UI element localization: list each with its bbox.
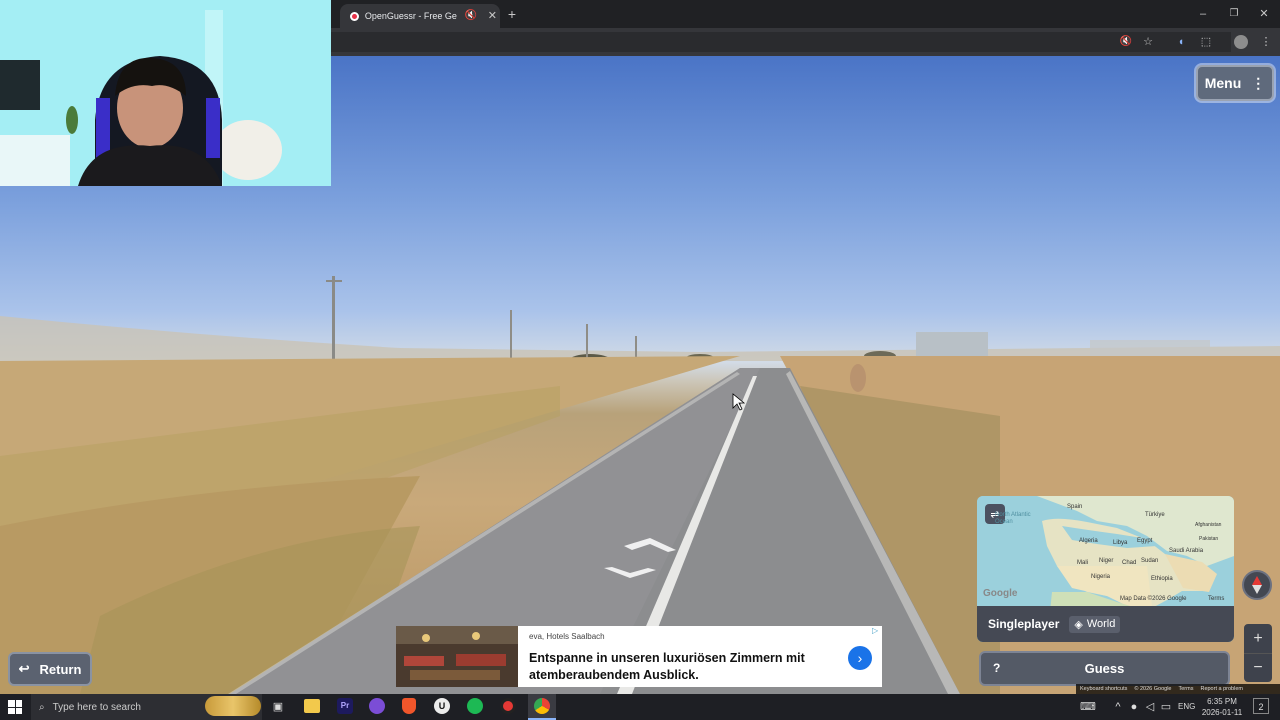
map-label-sudan: Sudan (1141, 558, 1159, 564)
taskbar-search-placeholder: Type here to search (52, 701, 141, 713)
map-label-afghanistan: Afghanistan (1195, 522, 1222, 528)
task-view-icon[interactable]: ▣ (270, 699, 286, 715)
google-footer: Keyboard shortcuts © 2026 Google Terms R… (1076, 684, 1280, 694)
close-window-icon[interactable]: ✕ (1256, 6, 1272, 22)
map-label-algeria: Algeria (1079, 538, 1098, 544)
unreal-engine-icon[interactable]: U (434, 698, 450, 714)
brave-browser-icon[interactable] (402, 698, 416, 714)
address-bar[interactable] (331, 32, 1231, 52)
map-attribution: Map Data ©2026 Google (1120, 596, 1187, 602)
search-highlight-illustration (205, 696, 261, 716)
menu-label: Menu (1204, 75, 1242, 91)
chrome-icon (534, 698, 550, 714)
layers-icon: ◈ (1074, 618, 1083, 631)
region-badge[interactable]: ◈ World (1069, 615, 1121, 633)
ad-banner[interactable]: eva, Hotels Saalbach Entspanne in unsere… (396, 626, 882, 687)
map-label-chad: Chad (1122, 560, 1137, 566)
keyboard-shortcuts-link[interactable]: Keyboard shortcuts (1080, 686, 1127, 692)
windows-taskbar: ⌕ Type here to search ▣ Pr U ⌨ ^ ● ◁ ▭ E… (0, 694, 1280, 720)
compass[interactable] (1242, 570, 1272, 600)
footer-copyright: © 2026 Google (1134, 686, 1172, 692)
new-tab-button[interactable]: + (504, 6, 520, 22)
notification-center-icon[interactable]: 2 (1253, 698, 1269, 714)
help-icon[interactable]: ? (993, 661, 1000, 675)
return-button[interactable]: ↩ Return (8, 652, 92, 686)
obs-icon[interactable] (500, 698, 516, 714)
clock-date: 2026-01-11 (1201, 708, 1243, 717)
minimize-window-icon[interactable]: – (1195, 6, 1211, 22)
webcam-overlay (0, 0, 331, 186)
profile-avatar[interactable] (1234, 35, 1248, 49)
ad-cta-arrow-icon[interactable]: › (848, 646, 872, 670)
google-logo: Google (983, 588, 1018, 599)
tab-close-icon[interactable]: ✕ (485, 8, 500, 24)
guess-label: Guess (1084, 661, 1125, 676)
spotify-icon[interactable] (467, 698, 483, 714)
network-icon[interactable]: ▭ (1158, 699, 1174, 715)
map-label-egypt: Egypt (1137, 538, 1153, 544)
map-label-saudi-arabia: Saudi Arabia (1169, 548, 1204, 554)
map-label-ocean: North Atlantic Ocean (995, 512, 1031, 525)
app-purple-icon[interactable] (369, 698, 385, 714)
microphone-icon[interactable]: ● (1126, 699, 1142, 715)
zoom-controls: + − (1244, 624, 1272, 682)
premiere-pro-icon[interactable]: Pr (337, 698, 353, 714)
ad-headline-line2: atemberaubendem Ausblick. (529, 668, 699, 682)
clock-time: 6:35 PM (1207, 697, 1237, 706)
menu-button[interactable]: Menu ⋮ (1196, 65, 1274, 101)
site-muted-icon[interactable]: 🔇 (1118, 34, 1134, 50)
chrome-taskbar-button[interactable] (528, 694, 556, 720)
extensions-icon[interactable]: ⬚ (1198, 34, 1214, 50)
map-label-libya: Libya (1113, 540, 1128, 546)
return-arrow-icon: ↩ (18, 661, 30, 676)
map-terms-link[interactable]: Terms (1208, 596, 1224, 602)
windows-start-icon[interactable] (8, 700, 22, 714)
zoom-in-button[interactable]: + (1244, 624, 1272, 654)
adchoices-icon[interactable]: ▷ (872, 626, 878, 635)
map-label-mali: Mali (1077, 560, 1089, 566)
keyboard-icon[interactable]: ⌨ (1080, 699, 1096, 715)
webcam-feed-image (0, 0, 331, 186)
ad-image (396, 626, 518, 687)
map-label-ethiopia: Ethiopia (1151, 576, 1173, 582)
search-icon: ⌕ (39, 701, 45, 713)
mode-label: Singleplayer (988, 617, 1060, 631)
media-control-icon[interactable]: ◖ (1173, 34, 1189, 50)
game-mode-bar: Singleplayer ◈ World (977, 606, 1234, 642)
ad-headline-line1: Entspanne in unseren luxuriösen Zimmern … (529, 651, 805, 665)
compass-needle-icon (1252, 576, 1262, 594)
tab-muted-icon[interactable]: 🔇 (463, 8, 478, 24)
restore-window-icon[interactable]: ❐ (1226, 6, 1242, 22)
map-label-spain: Spain (1067, 504, 1083, 510)
file-explorer-icon[interactable] (304, 699, 320, 713)
tray-expand-icon[interactable]: ^ (1110, 699, 1126, 715)
tab-title: OpenGuessr - Free GeoGuessr (364, 11, 457, 21)
map-label-niger: Niger (1099, 558, 1114, 564)
volume-icon[interactable]: ◁ (1142, 699, 1158, 715)
region-label: World (1086, 618, 1116, 630)
map-label-nigeria: Nigeria (1091, 574, 1111, 580)
map-label-pakistan: Pakistan (1199, 536, 1219, 542)
openguessr-favicon-icon (350, 11, 359, 21)
bookmark-star-icon[interactable]: ☆ (1140, 34, 1156, 50)
browser-menu-icon[interactable]: ⋮ (1258, 34, 1274, 50)
map-label-turkiye: Türkiye (1145, 512, 1165, 518)
ad-advertiser: eva, Hotels Saalbach (529, 632, 605, 641)
kebab-menu-icon: ⋮ (1251, 74, 1266, 91)
language-indicator[interactable]: ENG (1178, 702, 1195, 711)
guess-button[interactable]: ? Guess (979, 651, 1230, 686)
clock[interactable]: 6:35 PM 2026-01-11 (1199, 696, 1245, 718)
tab-openguessr[interactable]: OpenGuessr - Free GeoGuessr 🔇 ✕ (340, 4, 500, 28)
return-label: Return (39, 661, 82, 677)
zoom-out-button[interactable]: − (1244, 654, 1272, 682)
report-problem-link[interactable]: Report a problem (1200, 686, 1243, 692)
footer-terms-link[interactable]: Terms (1178, 686, 1193, 692)
